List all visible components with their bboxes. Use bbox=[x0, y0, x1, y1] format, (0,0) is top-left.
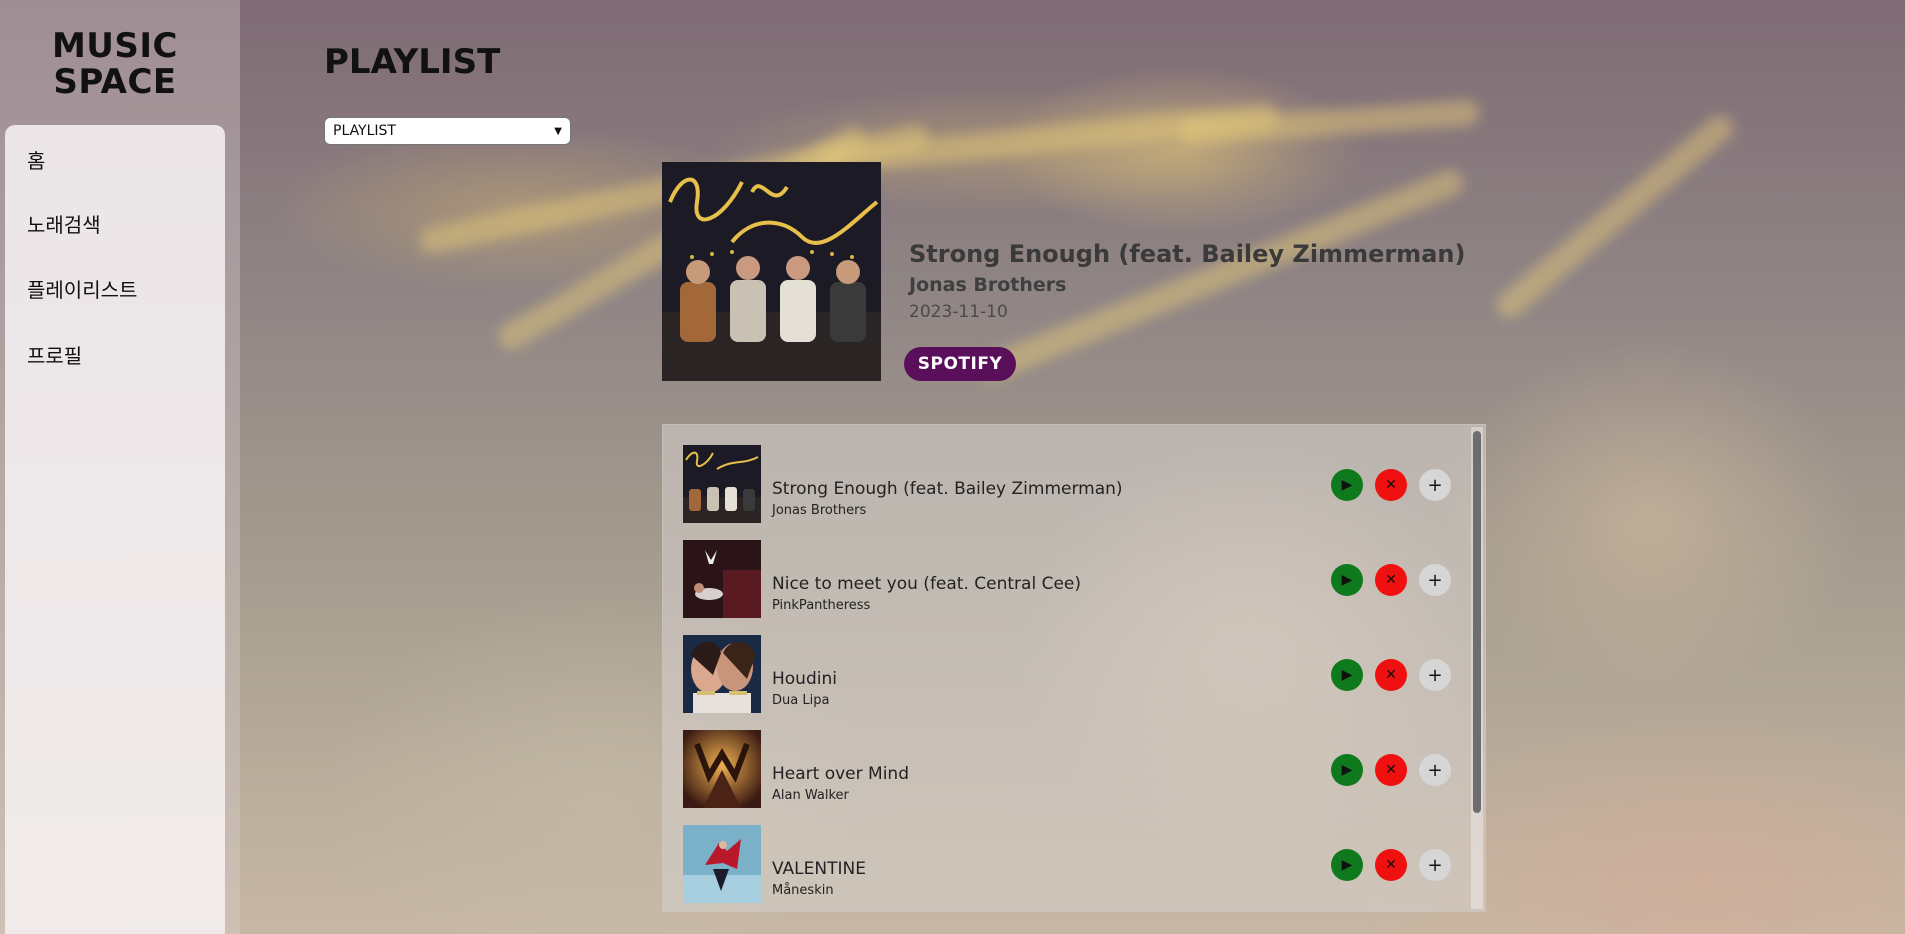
track-artist: Jonas Brothers bbox=[772, 503, 867, 518]
now-playing-artist: Jonas Brothers bbox=[909, 274, 1067, 296]
play-icon: ▶ bbox=[1341, 572, 1353, 588]
sidebar-item-song-search[interactable]: 노래검색 bbox=[27, 209, 101, 238]
scrollbar-thumb[interactable] bbox=[1473, 431, 1481, 813]
play-button[interactable]: ▶ bbox=[1331, 849, 1363, 881]
play-icon: ▶ bbox=[1341, 477, 1353, 493]
play-icon: ▶ bbox=[1341, 667, 1353, 683]
plus-icon: + bbox=[1427, 759, 1443, 781]
plus-icon: + bbox=[1427, 664, 1443, 686]
track-row: Heart over Mind Alan Walker ▶ ✕ + bbox=[663, 730, 1463, 810]
chevron-down-icon: ▼ bbox=[554, 125, 562, 137]
track-title: Heart over Mind bbox=[772, 764, 909, 784]
close-icon: ✕ bbox=[1385, 477, 1397, 493]
page-title: PLAYLIST bbox=[324, 42, 501, 82]
track-thumbnail bbox=[683, 540, 761, 618]
play-button[interactable]: ▶ bbox=[1331, 754, 1363, 786]
track-title: Houdini bbox=[772, 669, 837, 689]
play-button[interactable]: ▶ bbox=[1331, 469, 1363, 501]
sidebar-item-playlist[interactable]: 플레이리스트 bbox=[27, 274, 137, 303]
add-button[interactable]: + bbox=[1419, 754, 1451, 786]
play-icon: ▶ bbox=[1341, 762, 1353, 778]
track-row: Houdini Dua Lipa ▶ ✕ + bbox=[663, 635, 1463, 715]
app-logo: MUSIC SPACE bbox=[0, 28, 230, 100]
sidebar-item-profile[interactable]: 프로필 bbox=[27, 340, 82, 369]
track-list[interactable]: Strong Enough (feat. Bailey Zimmerman) J… bbox=[662, 424, 1486, 912]
close-icon: ✕ bbox=[1385, 667, 1397, 683]
close-icon: ✕ bbox=[1385, 857, 1397, 873]
remove-button[interactable]: ✕ bbox=[1375, 564, 1407, 596]
play-button[interactable]: ▶ bbox=[1331, 659, 1363, 691]
logo-line-2: SPACE bbox=[53, 62, 177, 102]
remove-button[interactable]: ✕ bbox=[1375, 849, 1407, 881]
add-button[interactable]: + bbox=[1419, 564, 1451, 596]
plus-icon: + bbox=[1427, 569, 1443, 591]
playlist-select-value: PLAYLIST bbox=[333, 123, 396, 139]
track-artist: Måneskin bbox=[772, 883, 834, 898]
add-button[interactable]: + bbox=[1419, 849, 1451, 881]
track-thumbnail bbox=[683, 730, 761, 808]
playlist-select[interactable]: PLAYLIST ▼ bbox=[324, 117, 571, 145]
plus-icon: + bbox=[1427, 474, 1443, 496]
track-thumbnail bbox=[683, 825, 761, 903]
now-playing-cover bbox=[662, 162, 881, 381]
add-button[interactable]: + bbox=[1419, 469, 1451, 501]
track-title: VALENTINE bbox=[772, 859, 866, 879]
track-row: Nice to meet you (feat. Central Cee) Pin… bbox=[663, 540, 1463, 620]
track-title: Nice to meet you (feat. Central Cee) bbox=[772, 574, 1081, 594]
add-button[interactable]: + bbox=[1419, 659, 1451, 691]
remove-button[interactable]: ✕ bbox=[1375, 659, 1407, 691]
remove-button[interactable]: ✕ bbox=[1375, 469, 1407, 501]
play-button[interactable]: ▶ bbox=[1331, 564, 1363, 596]
close-icon: ✕ bbox=[1385, 572, 1397, 588]
now-playing-release-date: 2023-11-10 bbox=[909, 302, 1008, 322]
track-thumbnail bbox=[683, 635, 761, 713]
now-playing-title: Strong Enough (feat. Bailey Zimmerman) bbox=[909, 240, 1466, 268]
plus-icon: + bbox=[1427, 854, 1443, 876]
logo-line-1: MUSIC bbox=[51, 26, 179, 66]
remove-button[interactable]: ✕ bbox=[1375, 754, 1407, 786]
sidebar-nav: 홈 노래검색 플레이리스트 프로필 bbox=[5, 125, 225, 934]
track-thumbnail bbox=[683, 445, 761, 523]
track-list-scrollbar[interactable] bbox=[1471, 427, 1483, 909]
track-title: Strong Enough (feat. Bailey Zimmerman) bbox=[772, 479, 1123, 499]
track-artist: Dua Lipa bbox=[772, 693, 830, 708]
spotify-button[interactable]: SPOTIFY bbox=[904, 347, 1016, 381]
sidebar-item-home[interactable]: 홈 bbox=[27, 145, 45, 174]
track-artist: PinkPantheress bbox=[772, 598, 871, 613]
track-row: VALENTINE Måneskin ▶ ✕ + bbox=[663, 825, 1463, 905]
track-artist: Alan Walker bbox=[772, 788, 849, 803]
track-row: Strong Enough (feat. Bailey Zimmerman) J… bbox=[663, 445, 1463, 525]
close-icon: ✕ bbox=[1385, 762, 1397, 778]
play-icon: ▶ bbox=[1341, 857, 1353, 873]
